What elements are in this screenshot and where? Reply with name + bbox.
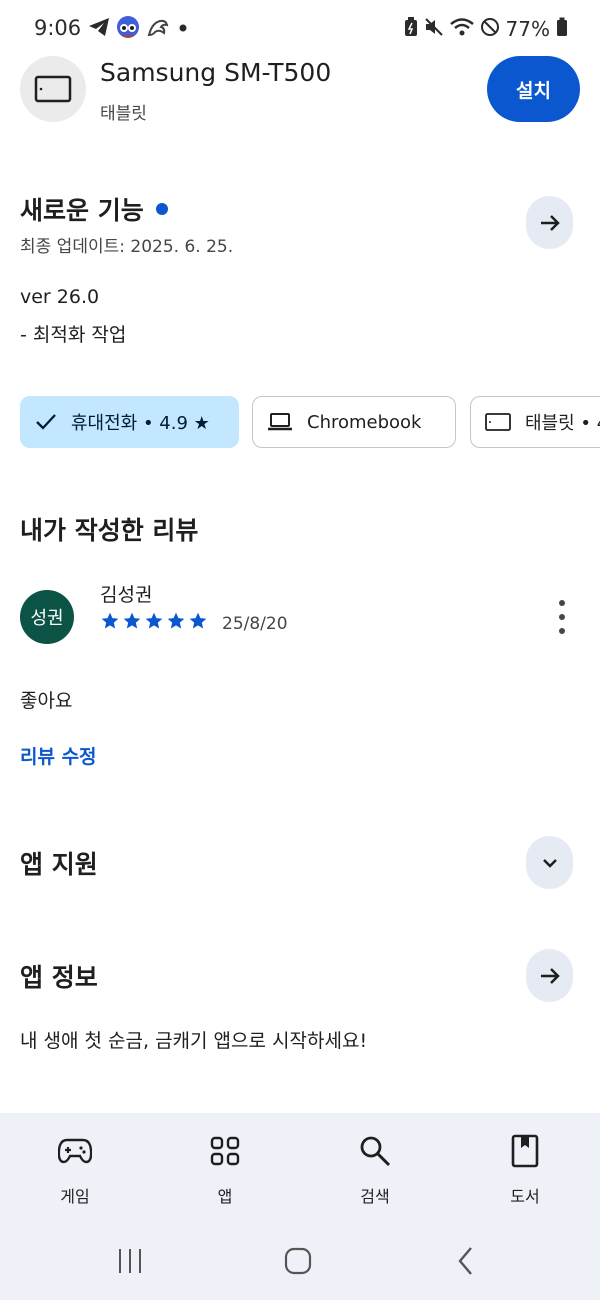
- chip-chromebook[interactable]: Chromebook: [252, 396, 456, 448]
- last-updated: 최종 업데이트: 2025. 6. 25.: [20, 237, 234, 257]
- battery-saver-icon: [404, 17, 418, 41]
- chevron-down-icon: [542, 858, 557, 868]
- whats-new-title-text: 새로운 기능: [20, 196, 144, 225]
- avatar: 성권: [20, 590, 74, 644]
- whats-new-arrow-button[interactable]: [526, 196, 573, 249]
- app-support-title: 앱 지원: [20, 850, 98, 879]
- nav-apps[interactable]: 앱: [175, 1133, 275, 1213]
- version-text: ver 26.0: [20, 286, 100, 308]
- do-not-disturb-icon: [480, 17, 500, 41]
- battery-icon: [556, 17, 568, 41]
- nav-books-label: 도서: [510, 1187, 540, 1206]
- nav-search-label: 검색: [360, 1187, 390, 1206]
- chip-tablet[interactable]: 태블릿 • 4: [470, 396, 600, 448]
- book-icon: [511, 1133, 539, 1169]
- wifi-icon: [449, 17, 474, 41]
- nav-games[interactable]: 게임: [25, 1133, 125, 1213]
- app-support-expand-button[interactable]: [526, 836, 573, 889]
- device-header: Samsung SM-T500 태블릿 설치: [20, 56, 580, 126]
- recent-apps-button[interactable]: [100, 1231, 160, 1291]
- chip-phone[interactable]: 휴대전화 • 4.9 ★: [20, 396, 239, 448]
- new-indicator-dot: [155, 203, 168, 215]
- nav-search[interactable]: 검색: [325, 1133, 425, 1213]
- edit-review-link[interactable]: 리뷰 수정: [20, 742, 97, 769]
- app-description: 내 생애 첫 순금, 금캐기 앱으로 시작하세요!: [20, 1030, 368, 1052]
- nav-books[interactable]: 도서: [475, 1133, 575, 1213]
- mute-icon: [424, 17, 444, 41]
- device-name: Samsung SM-T500: [100, 58, 332, 87]
- system-navigation-bar: [0, 1231, 600, 1291]
- apps-grid-icon: [210, 1133, 240, 1169]
- more-options-icon[interactable]: [552, 600, 572, 634]
- status-time: 9:06: [34, 16, 82, 40]
- star-icon: [101, 612, 119, 629]
- nav-apps-label: 앱: [217, 1187, 233, 1206]
- arrow-right-icon: [540, 967, 560, 984]
- recent-apps-icon: [119, 1249, 141, 1273]
- star-icon: [167, 612, 185, 629]
- telegram-icon: [88, 17, 110, 41]
- nav-games-label: 게임: [60, 1187, 90, 1206]
- arrow-right-icon: [540, 214, 560, 231]
- whats-new-title: 새로운 기능: [20, 191, 168, 227]
- search-icon: [359, 1133, 391, 1169]
- status-bar: 9:06 77%: [0, 0, 600, 58]
- back-button[interactable]: [436, 1231, 496, 1291]
- device-type: 태블릿: [100, 104, 147, 124]
- notification-icons: [88, 16, 190, 42]
- system-status-icons: 77%: [404, 16, 568, 42]
- home-icon: [284, 1247, 312, 1275]
- install-button[interactable]: 설치: [487, 56, 580, 122]
- tablet-icon: [485, 412, 511, 432]
- app-info-title: 앱 정보: [20, 963, 98, 992]
- star-icon: [189, 612, 207, 629]
- laptop-icon: [267, 412, 293, 432]
- release-notes: - 최적화 작업: [20, 324, 127, 346]
- battery-percent: 77%: [505, 17, 550, 41]
- tablet-icon: [20, 56, 86, 122]
- device-chip-row: 휴대전화 • 4.9 ★ Chromebook 태블릿 • 4: [20, 396, 600, 450]
- avatar-sticker-icon: [116, 15, 140, 43]
- app-info-arrow-button[interactable]: [526, 949, 573, 1002]
- review-text: 좋아요: [20, 690, 73, 712]
- gamepad-icon: [58, 1133, 92, 1169]
- dragon-icon: [146, 15, 170, 43]
- dot-icon: [176, 20, 190, 39]
- star-icon: [145, 612, 163, 629]
- chip-tablet-label: 태블릿 • 4: [525, 413, 600, 434]
- reviewer-name: 김성권: [100, 584, 153, 606]
- check-icon: [35, 412, 57, 432]
- back-icon: [458, 1247, 472, 1275]
- star-rating: [100, 611, 208, 631]
- chip-phone-label: 휴대전화 • 4.9 ★: [71, 413, 210, 434]
- home-button[interactable]: [268, 1231, 328, 1291]
- review-date: 25/8/20: [222, 614, 288, 634]
- chip-chromebook-label: Chromebook: [307, 411, 422, 433]
- star-icon: [123, 612, 141, 629]
- my-review-title: 내가 작성한 리뷰: [20, 516, 199, 545]
